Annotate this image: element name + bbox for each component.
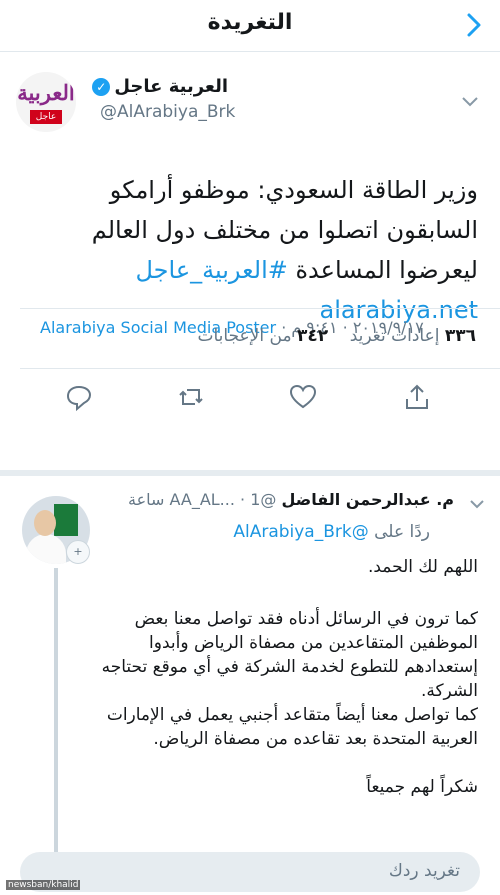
avatar-breaking-tag: عاجل xyxy=(30,110,62,124)
section-divider xyxy=(0,470,500,476)
action-bar xyxy=(0,382,500,422)
thread-line xyxy=(54,568,58,858)
flag-image xyxy=(54,504,78,536)
author-name-row[interactable]: العربية عاجل ✓ xyxy=(92,76,228,97)
author-name: العربية عاجل xyxy=(114,76,228,97)
reply-author-handle: @AA_AL... xyxy=(169,490,277,509)
avatar-body-shape xyxy=(26,534,66,564)
avatar[interactable]: العربية عاجل xyxy=(16,72,76,132)
back-chevron-icon[interactable] xyxy=(460,10,486,40)
reply-paragraph: اللهم لك الحمد. xyxy=(367,557,478,577)
verified-badge-icon: ✓ xyxy=(92,77,111,96)
chevron-down-icon[interactable] xyxy=(470,494,484,509)
divider xyxy=(20,368,500,369)
reply-composer[interactable]: تغريد ردك xyxy=(20,852,480,892)
reply-separator: · xyxy=(240,490,251,509)
chevron-down-icon[interactable] xyxy=(462,92,478,107)
retweets-label: إعادات تغريد xyxy=(349,326,440,346)
watermark: newsban/khalid xyxy=(6,880,81,890)
top-bar: التغريدة xyxy=(0,0,500,52)
reply-text: اللهم لك الحمد. كما ترون في الرسائل أدنا… xyxy=(86,555,478,823)
replying-to-label: ردًا على xyxy=(374,522,430,542)
reply-paragraph: كما تواصل معنا أيضاً متقاعد أجنبي يعمل ف… xyxy=(106,705,478,749)
retweets-stat[interactable]: ٣٣٦ إعادات تغريد xyxy=(350,326,476,346)
share-icon[interactable] xyxy=(402,382,432,412)
likes-stat[interactable]: ٣٤٢ من الإعجابات xyxy=(197,326,328,346)
likes-label: من الإعجابات xyxy=(197,326,292,346)
reply-header[interactable]: م. عبدالرحمن الفاضل @AA_AL... · 1 ساعة xyxy=(128,490,454,509)
tweet-text: وزير الطاقة السعودي: موظفو أرامكو السابق… xyxy=(18,170,478,330)
reply-paragraph: شكراً لهم جميعاً xyxy=(366,777,478,797)
reply-icon[interactable] xyxy=(64,382,94,412)
likes-count: ٣٤٢ xyxy=(296,326,329,346)
retweet-icon[interactable] xyxy=(176,382,206,412)
retweets-count: ٣٣٦ xyxy=(444,326,476,346)
engagement-stats: ٣٣٦ إعادات تغريد ٣٤٢ من الإعجابات xyxy=(197,326,476,346)
composer-placeholder: تغريد ردك xyxy=(388,861,460,881)
avatar-brand-logo: العربية xyxy=(17,80,75,105)
reply-author-name: م. عبدالرحمن الفاضل xyxy=(281,490,454,509)
hashtag-link[interactable]: #العربية_عاجل xyxy=(136,256,288,284)
avatar-head-shape xyxy=(34,510,56,536)
author-handle[interactable]: @AlArabiya_Brk xyxy=(100,102,235,122)
reply-paragraph: كما ترون في الرسائل أدناه فقد تواصل معنا… xyxy=(101,609,478,701)
replying-to: ردًا على @AlArabiya_Brk xyxy=(233,522,430,542)
divider xyxy=(20,308,500,309)
page-title: التغريدة xyxy=(207,10,293,35)
like-heart-icon[interactable] xyxy=(288,382,318,412)
replying-to-handle[interactable]: @AlArabiya_Brk xyxy=(233,522,368,542)
